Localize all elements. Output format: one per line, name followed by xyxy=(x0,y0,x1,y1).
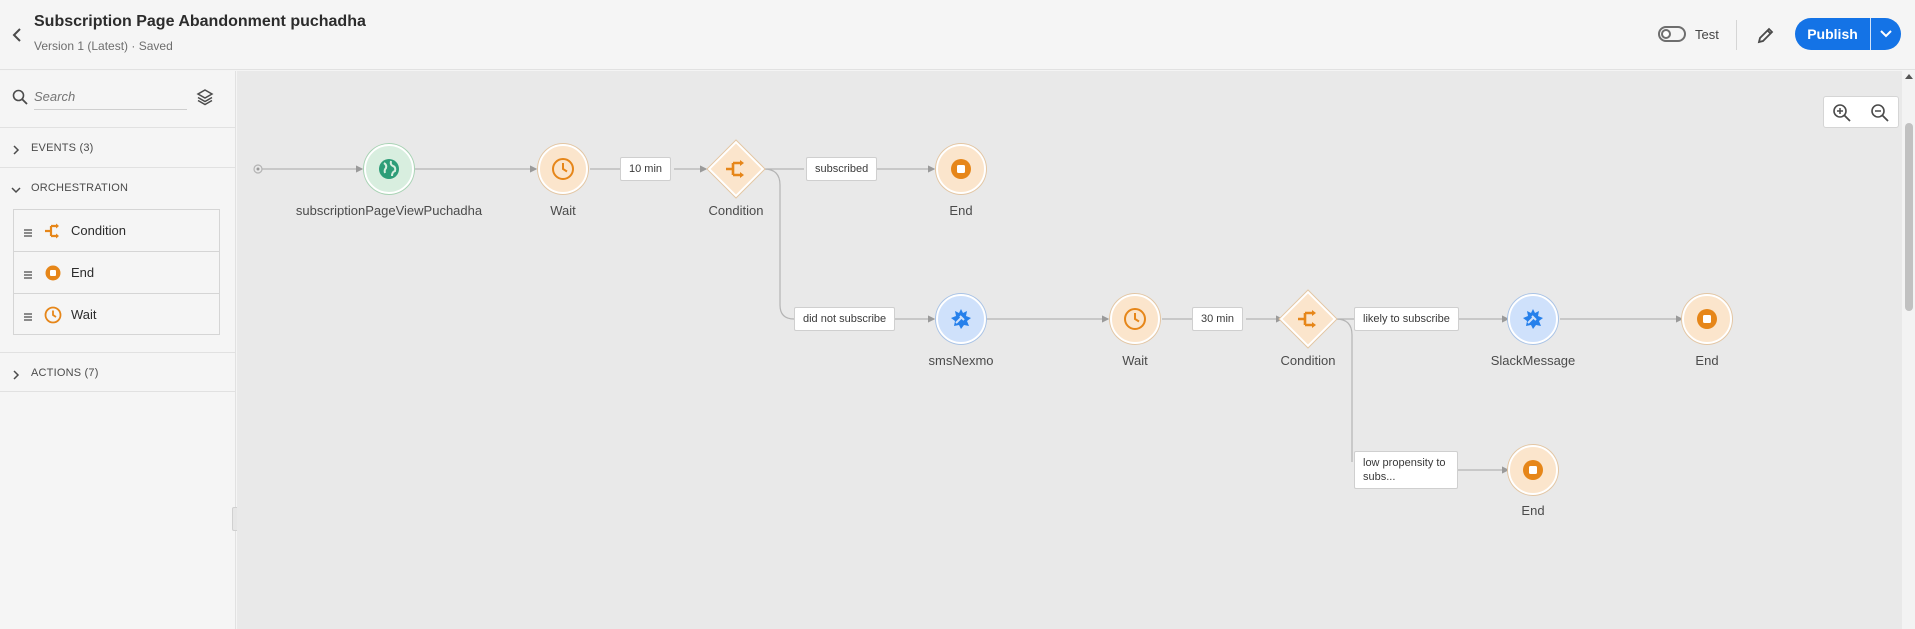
publish-options-chevron-icon[interactable] xyxy=(1872,18,1901,50)
journey-header: Subscription Page Abandonment puchadha V… xyxy=(0,0,1915,70)
test-mode-toggle[interactable] xyxy=(1658,26,1686,42)
node-condition-label: Condition xyxy=(1280,353,1336,368)
test-mode-label: Test xyxy=(1695,27,1719,42)
section-orchestration-label: ORCHESTRATION xyxy=(31,182,129,194)
end-icon xyxy=(1695,307,1719,331)
node-action-sms[interactable] xyxy=(936,294,986,344)
node-wait-label: Wait xyxy=(550,203,576,218)
section-events[interactable]: EVENTS (3) xyxy=(0,127,236,167)
node-end[interactable] xyxy=(1508,445,1558,495)
section-orchestration[interactable]: ORCHESTRATION xyxy=(0,167,236,207)
globe-icon xyxy=(377,157,401,181)
custom-action-icon xyxy=(1521,307,1545,331)
node-end[interactable] xyxy=(1682,294,1732,344)
canvas-vertical-scrollbar[interactable] xyxy=(1902,71,1915,629)
node-event[interactable] xyxy=(364,144,414,194)
scroll-up-icon[interactable] xyxy=(1905,74,1913,79)
publish-button[interactable]: Publish xyxy=(1795,18,1870,50)
wait-icon xyxy=(1123,307,1147,331)
edge-label-wait-duration[interactable]: 10 min xyxy=(620,157,672,181)
journey-canvas[interactable] xyxy=(237,71,1902,629)
section-actions[interactable]: ACTIONS (7) xyxy=(0,352,236,392)
end-icon xyxy=(44,264,62,282)
wait-icon xyxy=(551,157,575,181)
section-actions-label: ACTIONS (7) xyxy=(31,367,99,379)
edge-label-likely-to-subscribe[interactable]: likely to subscribe xyxy=(1354,307,1459,331)
palette-item-condition[interactable]: Condition xyxy=(14,210,219,252)
palette-item-label: End xyxy=(71,265,95,280)
palette-item-wait[interactable]: Wait xyxy=(14,294,219,336)
header-divider xyxy=(1736,20,1737,50)
journey-version-status: Version 1 (Latest) · Saved xyxy=(34,39,173,53)
end-icon xyxy=(1521,458,1545,482)
palette-item-end[interactable]: End xyxy=(14,252,219,294)
edit-pencil-icon[interactable] xyxy=(1755,24,1777,46)
orchestration-palette: Condition End Wait xyxy=(13,209,220,335)
node-end-label: End xyxy=(1695,353,1719,368)
palette-item-label: Condition xyxy=(71,223,126,238)
condition-icon xyxy=(1296,307,1320,331)
condition-icon xyxy=(724,157,748,181)
section-events-label: EVENTS (3) xyxy=(31,142,94,154)
node-condition[interactable] xyxy=(707,140,765,198)
edge-label-wait-duration[interactable]: 30 min xyxy=(1192,307,1244,331)
node-end[interactable] xyxy=(936,144,986,194)
chevron-down-icon xyxy=(11,182,21,194)
node-wait[interactable] xyxy=(538,144,588,194)
publish-button-group: Publish xyxy=(1795,18,1901,50)
zoom-out-icon[interactable] xyxy=(1870,103,1890,123)
condition-icon xyxy=(44,222,62,240)
node-action-sms-label: smsNexmo xyxy=(928,353,994,368)
zoom-controls xyxy=(1823,96,1899,128)
node-condition-label: Condition xyxy=(708,203,764,218)
end-icon xyxy=(949,157,973,181)
edge-label-subscribed[interactable]: subscribed xyxy=(806,157,878,181)
node-condition[interactable] xyxy=(1279,290,1337,348)
node-action-slack-label: SlackMessage xyxy=(1490,353,1576,368)
chevron-right-icon xyxy=(11,367,21,380)
node-end-label: End xyxy=(1521,503,1545,518)
edge-label-low-propensity[interactable]: low propensity to subs... xyxy=(1354,451,1458,489)
node-action-slack[interactable] xyxy=(1508,294,1558,344)
search-input[interactable] xyxy=(34,84,187,110)
palette-sidebar: EVENTS (3) ORCHESTRATION Condition End W… xyxy=(0,71,236,629)
palette-item-label: Wait xyxy=(71,307,97,322)
wait-icon xyxy=(44,306,62,324)
drag-handle-icon xyxy=(24,267,32,279)
zoom-in-icon[interactable] xyxy=(1832,103,1852,123)
node-end-label: End xyxy=(949,203,973,218)
scroll-thumb[interactable] xyxy=(1905,123,1913,311)
drag-handle-icon xyxy=(24,225,32,237)
layers-icon[interactable] xyxy=(196,88,214,106)
node-wait-label: Wait xyxy=(1122,353,1148,368)
node-event-label: subscriptionPageViewPuchadha xyxy=(295,203,483,218)
search-icon xyxy=(12,89,28,105)
node-wait[interactable] xyxy=(1110,294,1160,344)
chevron-right-icon xyxy=(11,142,21,155)
drag-handle-icon xyxy=(24,309,32,321)
edge-label-did-not-subscribe[interactable]: did not subscribe xyxy=(794,307,896,331)
custom-action-icon xyxy=(949,307,973,331)
journey-title: Subscription Page Abandonment puchadha xyxy=(34,13,366,30)
back-chevron-icon[interactable] xyxy=(10,25,26,45)
